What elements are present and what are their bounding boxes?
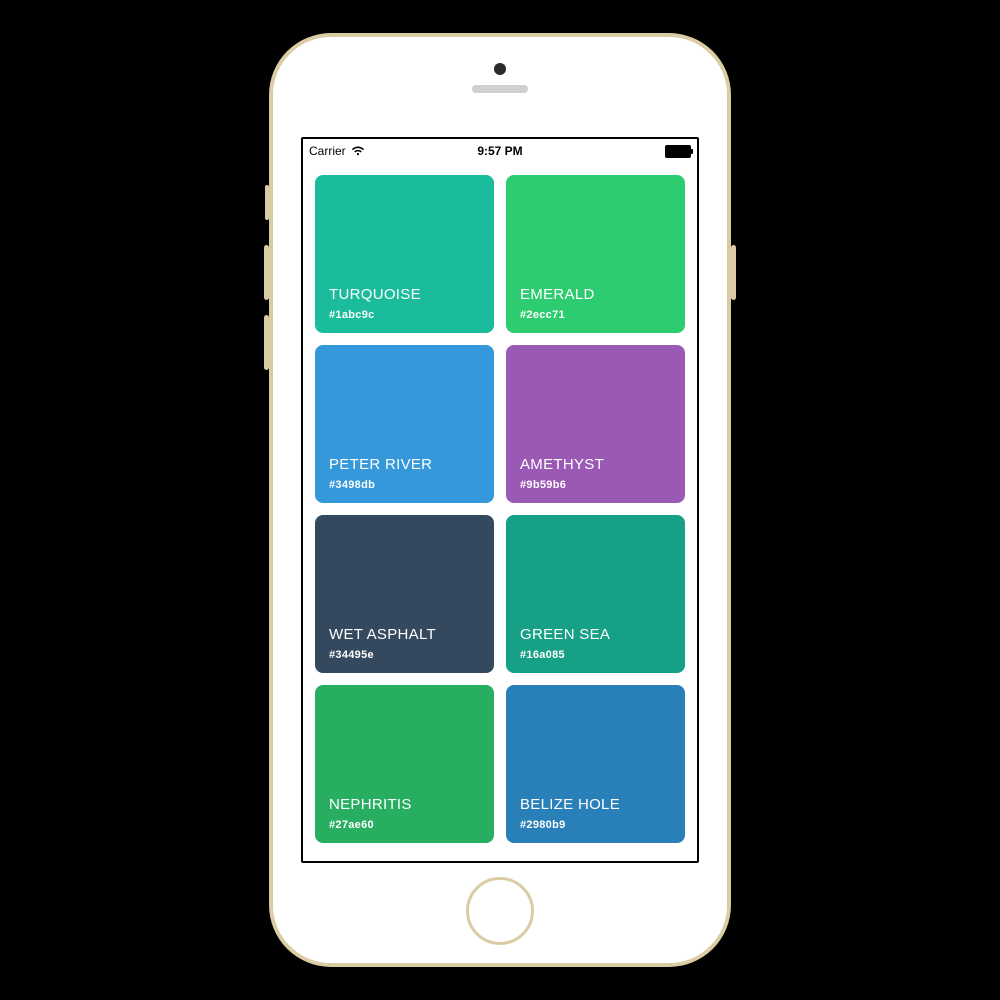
swatch-name: GREEN SEA xyxy=(520,626,610,643)
swatch-hex: #1abc9c xyxy=(329,309,375,321)
status-bar: Carrier 9:57 PM xyxy=(303,139,697,163)
earpiece-speaker-icon xyxy=(472,85,528,93)
color-swatch[interactable]: TURQUOISE #1abc9c xyxy=(315,175,494,333)
volume-down-button xyxy=(264,315,269,370)
home-button[interactable] xyxy=(466,877,534,945)
device-top-hardware xyxy=(273,37,727,137)
swatch-name: AMETHYST xyxy=(520,456,604,473)
swatch-name: EMERALD xyxy=(520,286,595,303)
swatch-name: NEPHRITIS xyxy=(329,796,412,813)
swatch-name: BELIZE HOLE xyxy=(520,796,620,813)
swatch-hex: #16a085 xyxy=(520,649,565,661)
swatch-name: WET ASPHALT xyxy=(329,626,436,643)
front-camera-icon xyxy=(494,63,506,75)
swatch-hex: #9b59b6 xyxy=(520,479,566,491)
color-swatch[interactable]: NEPHRITIS #27ae60 xyxy=(315,685,494,843)
mute-switch xyxy=(265,185,269,220)
swatch-name: TURQUOISE xyxy=(329,286,421,303)
content-area[interactable]: TURQUOISE #1abc9c EMERALD #2ecc71 PETER RIVE… xyxy=(303,163,697,861)
color-swatch[interactable]: GREEN SEA #16a085 xyxy=(506,515,685,673)
color-swatch[interactable]: BELIZE HOLE #2980b9 xyxy=(506,685,685,843)
swatch-name: PETER RIVER xyxy=(329,456,432,473)
swatch-hex: #27ae60 xyxy=(329,819,374,831)
swatch-hex: #2ecc71 xyxy=(520,309,565,321)
device-screen: Carrier 9:57 PM TURQUOISE #1abc9c EMERALD #… xyxy=(301,137,699,863)
device-frame: Carrier 9:57 PM TURQUOISE #1abc9c EMERALD #… xyxy=(271,35,729,965)
power-button xyxy=(731,245,736,300)
color-swatch[interactable]: EMERALD #2ecc71 xyxy=(506,175,685,333)
color-grid: TURQUOISE #1abc9c EMERALD #2ecc71 PETER RIVE… xyxy=(303,163,697,855)
color-swatch[interactable]: PETER RIVER #3498db xyxy=(315,345,494,503)
color-swatch[interactable]: WET ASPHALT #34495e xyxy=(315,515,494,673)
color-swatch[interactable]: AMETHYST #9b59b6 xyxy=(506,345,685,503)
swatch-hex: #3498db xyxy=(329,479,375,491)
battery-icon xyxy=(665,145,691,158)
swatch-hex: #2980b9 xyxy=(520,819,566,831)
volume-up-button xyxy=(264,245,269,300)
carrier-label: Carrier xyxy=(309,144,346,158)
swatch-hex: #34495e xyxy=(329,649,374,661)
wifi-icon xyxy=(351,146,365,156)
